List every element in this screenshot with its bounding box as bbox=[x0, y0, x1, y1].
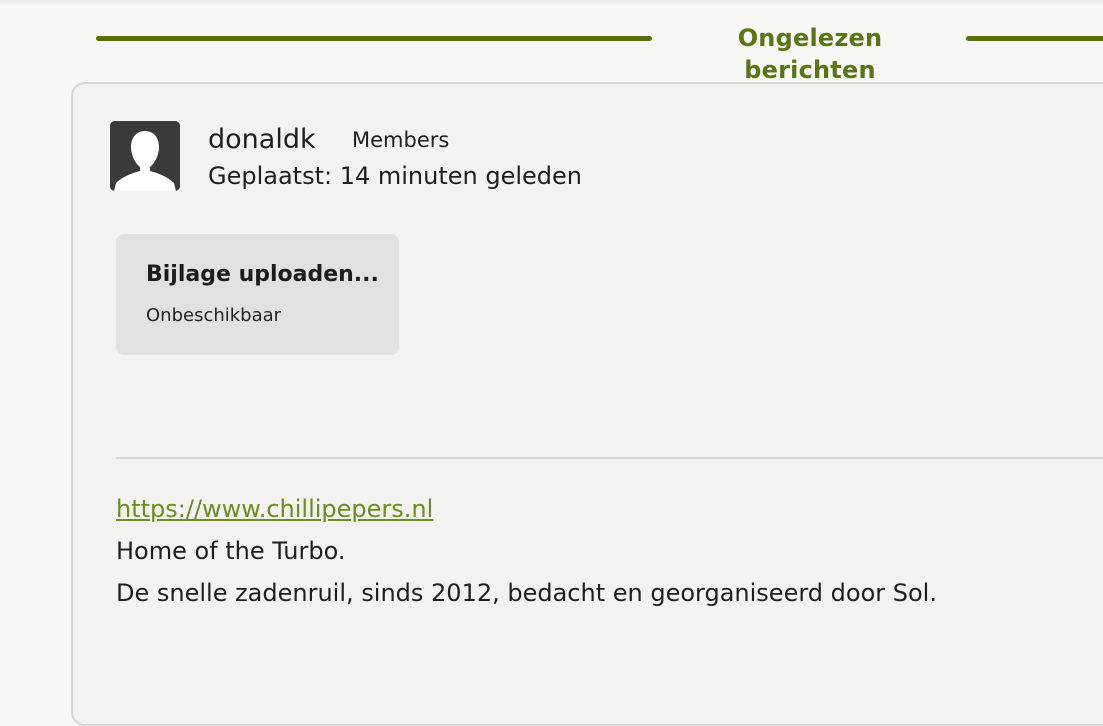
author-group: Members bbox=[352, 128, 450, 152]
signature: https://www.chillipepers.nl Home of the … bbox=[116, 488, 937, 614]
divider-line-left bbox=[96, 36, 652, 41]
author-username[interactable]: donaldk bbox=[208, 122, 316, 158]
unread-messages-label: Ongelezen berichten bbox=[737, 24, 883, 84]
signature-line-1: Home of the Turbo. bbox=[116, 537, 346, 565]
attachment-status: Onbeschikbaar bbox=[146, 305, 282, 326]
attachment-title: Bijlage uploaden... bbox=[146, 262, 379, 287]
signature-separator bbox=[116, 457, 1103, 459]
signature-line-2: De snelle zadenruil, sinds 2012, bedacht… bbox=[116, 579, 937, 607]
post-timestamp: Geplaatst: 14 minuten geleden bbox=[208, 162, 583, 190]
default-user-icon bbox=[110, 121, 180, 191]
divider-line-right bbox=[966, 36, 1103, 41]
unread-messages-divider: Ongelezen berichten bbox=[0, 22, 1103, 84]
avatar[interactable] bbox=[110, 121, 180, 191]
attachment-upload-box[interactable]: Bijlage uploaden... Onbeschikbaar bbox=[116, 234, 399, 355]
signature-link[interactable]: https://www.chillipepers.nl bbox=[116, 495, 433, 523]
top-shadow bbox=[0, 0, 1103, 6]
post-card: donaldk Members Geplaatst: 14 minuten ge… bbox=[71, 82, 1103, 726]
